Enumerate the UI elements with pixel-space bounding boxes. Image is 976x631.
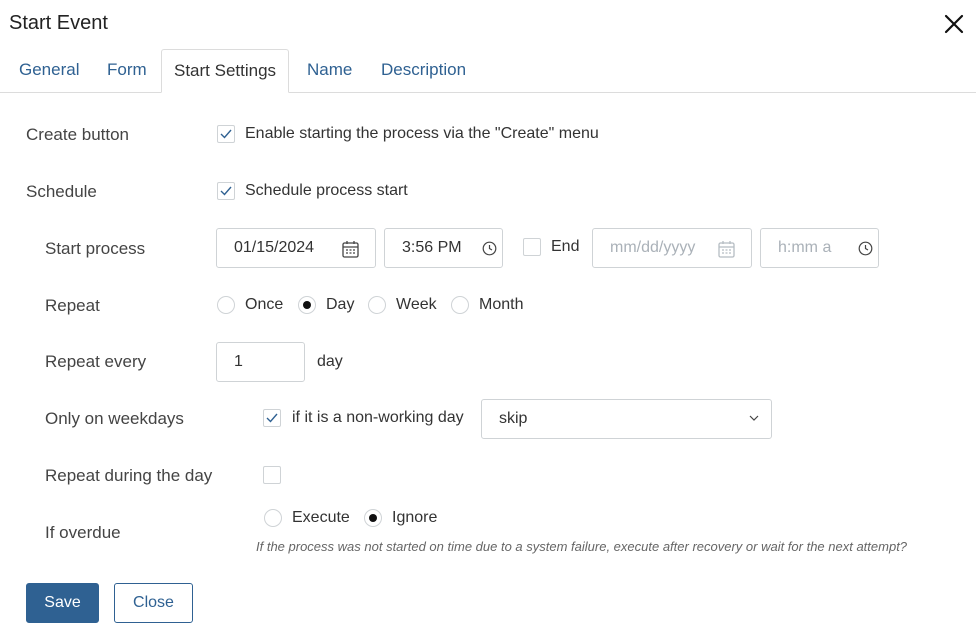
end-date-input[interactable]: mm/dd/yyyy [592,228,752,268]
create-button-label: Create button [26,125,130,144]
repeat-day-radio[interactable] [298,296,316,314]
end-time-input[interactable]: h:mm a [760,228,879,268]
overdue-ignore-radio[interactable] [364,509,382,527]
end-checkbox[interactable] [523,238,541,256]
calendar-icon [342,241,359,258]
overdue-ignore-label: Ignore [392,509,438,526]
end-label: End [551,238,580,255]
non-working-day-select-value: skip [499,410,528,427]
save-button[interactable]: Save [26,583,99,623]
end-time-placeholder: h:mm a [778,239,832,256]
non-working-day-checkbox[interactable] [263,409,281,427]
dialog-title: Start Event [9,12,108,34]
calendar-icon [718,241,735,258]
end-date-placeholder: mm/dd/yyyy [610,239,696,256]
repeat-day-label: Day [326,296,355,313]
weekdays-label: Only on weekdays [45,409,184,428]
schedule-label: Schedule [26,182,97,201]
schedule-checkbox[interactable] [217,182,235,200]
repeat-every-unit: day [317,353,343,370]
non-working-day-text: if it is a non-working day [292,409,464,426]
repeat-during-day-label: Repeat during the day [45,466,213,485]
close-button[interactable]: Close [114,583,193,623]
overdue-execute-label: Execute [292,509,350,526]
start-process-label: Start process [45,239,146,258]
tab-start-settings[interactable]: Start Settings [161,49,290,93]
start-time-input[interactable]: 3:56 PM [384,228,503,268]
tab-name[interactable]: Name [307,60,352,80]
repeat-once-label: Once [245,296,284,313]
check-icon [220,186,232,196]
repeat-month-label: Month [479,296,524,313]
repeat-once-radio[interactable] [217,296,235,314]
chevron-down-icon [749,415,759,421]
start-date-value: 01/15/2024 [234,239,315,256]
schedule-option-text: Schedule process start [245,182,408,199]
clock-icon [858,241,873,256]
repeat-every-input[interactable]: 1 [216,342,305,382]
non-working-day-select[interactable]: skip [481,399,772,439]
overdue-execute-radio[interactable] [264,509,282,527]
start-time-value: 3:56 PM [402,239,462,256]
create-menu-option-text: Enable starting the process via the "Cre… [245,125,599,142]
repeat-label: Repeat [45,296,100,315]
repeat-during-day-checkbox[interactable] [263,466,281,484]
tab-description[interactable]: Description [381,60,466,80]
tabs-divider [0,92,976,93]
repeat-every-label: Repeat every [45,352,147,371]
check-icon [266,413,278,423]
clock-icon [482,241,497,256]
start-date-input[interactable]: 01/15/2024 [216,228,376,268]
close-icon[interactable] [942,12,966,36]
repeat-month-radio[interactable] [451,296,469,314]
check-icon [220,129,232,139]
if-overdue-label: If overdue [45,523,121,542]
tab-general[interactable]: General [19,60,79,80]
overdue-hint: If the process was not started on time d… [256,539,908,554]
repeat-every-value: 1 [234,353,243,370]
repeat-week-label: Week [396,296,437,313]
create-menu-checkbox[interactable] [217,125,235,143]
repeat-week-radio[interactable] [368,296,386,314]
tab-form[interactable]: Form [107,60,147,80]
